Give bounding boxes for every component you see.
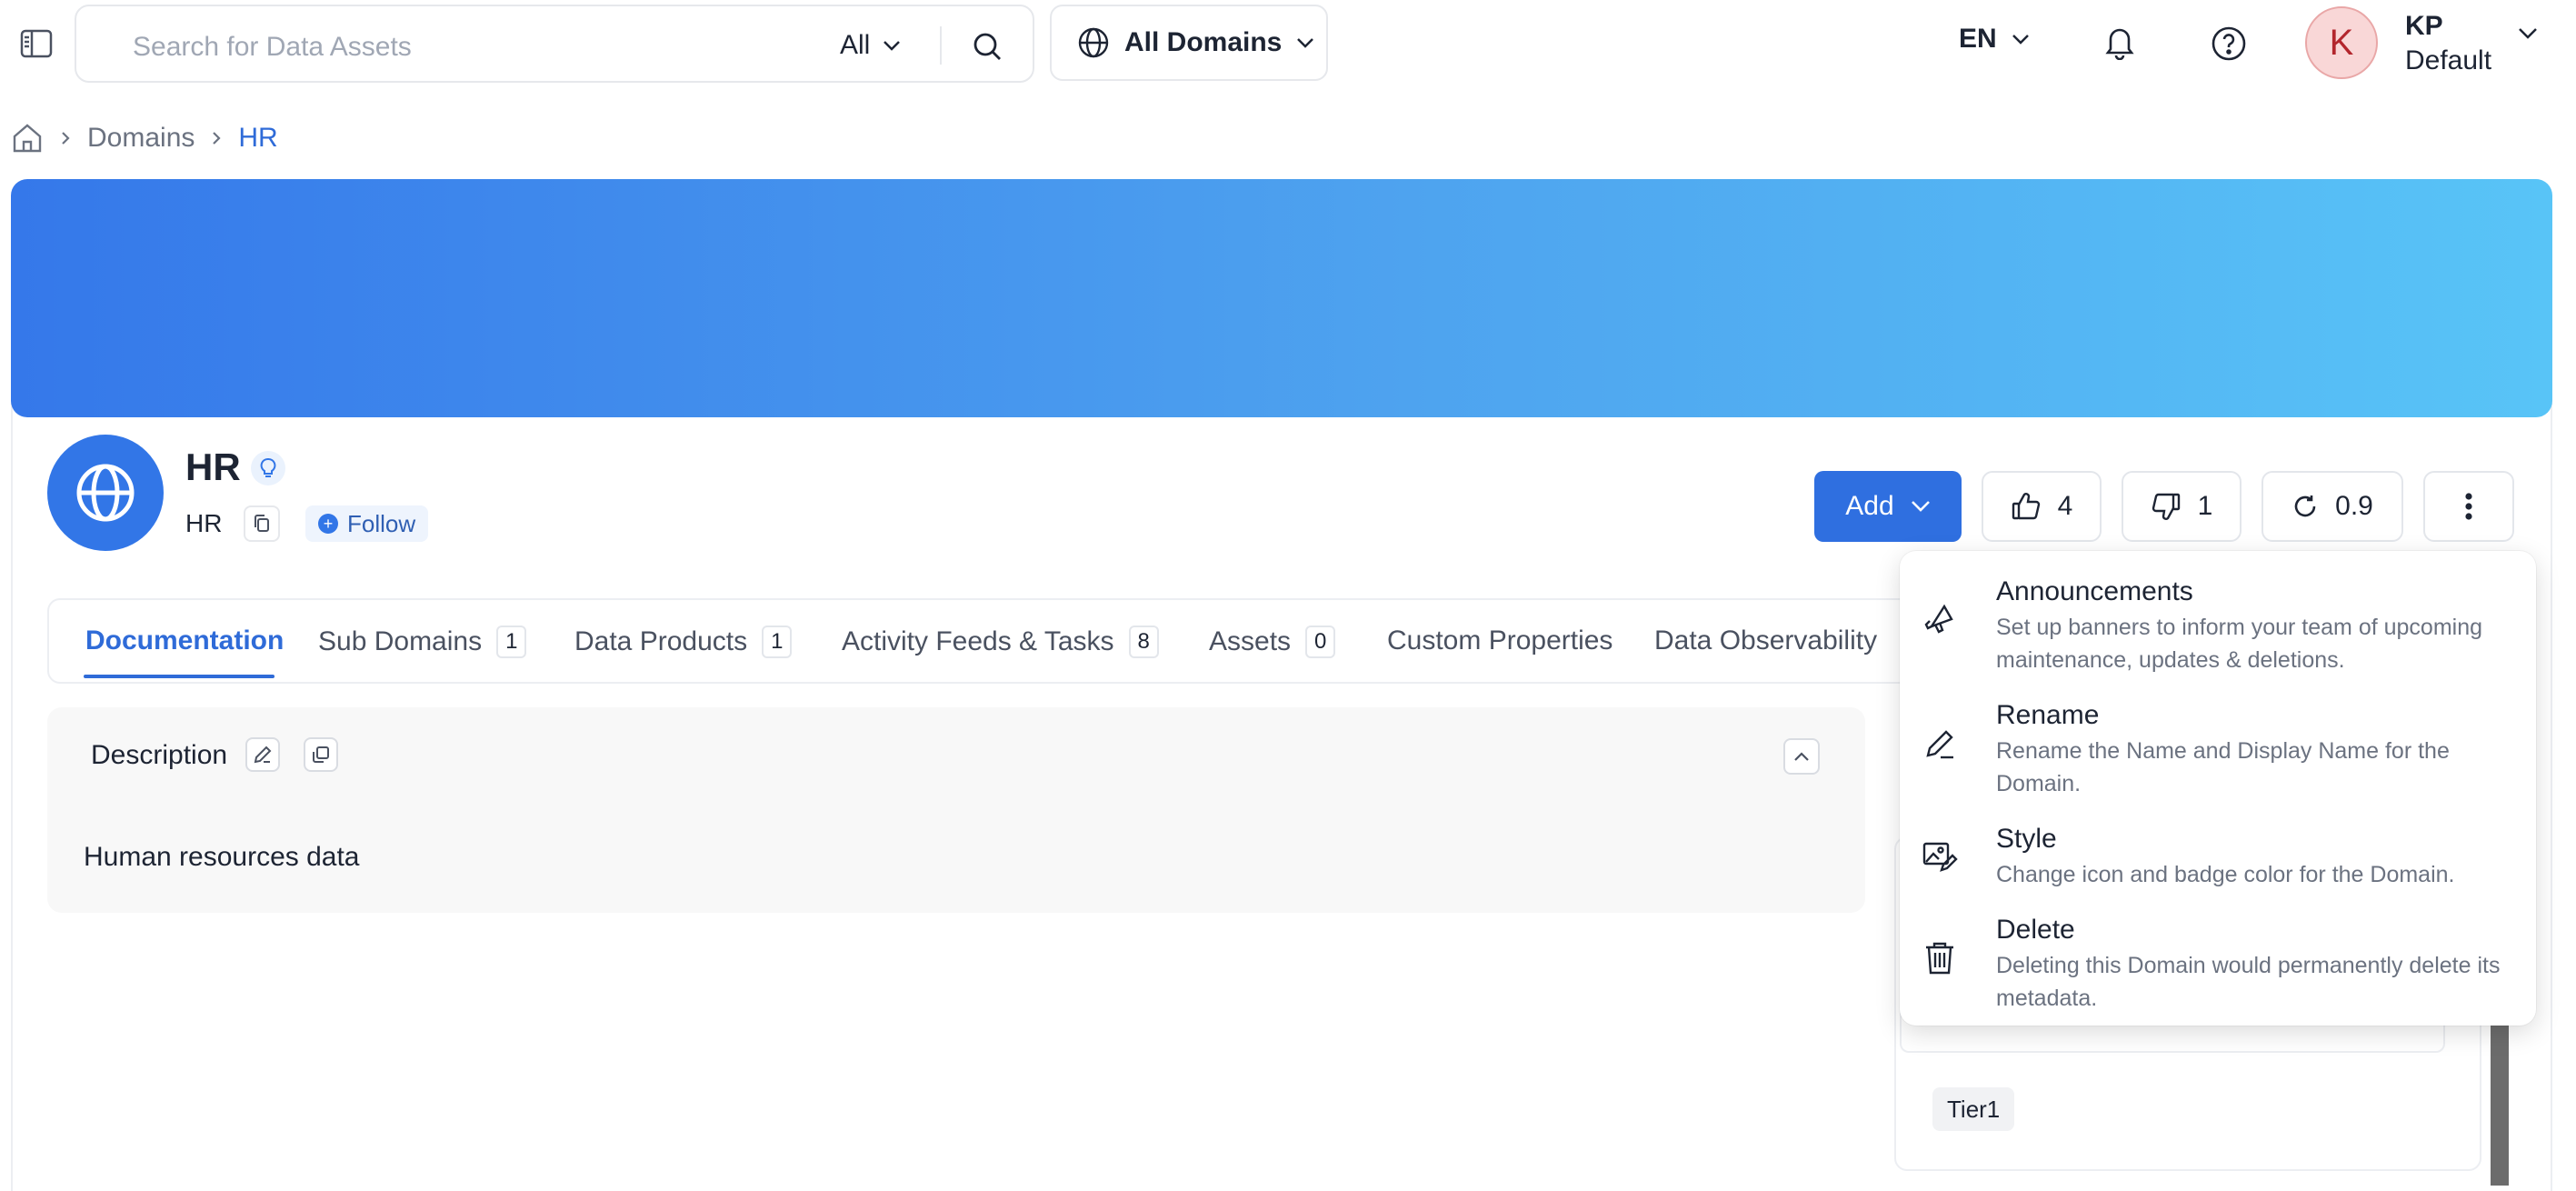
more-options-button[interactable]: [2423, 471, 2514, 542]
refresh-icon: [2294, 495, 2316, 517]
avatar[interactable]: K: [2305, 6, 2378, 79]
breadcrumb: Domains HR: [11, 118, 278, 158]
entity-name: HR: [185, 509, 223, 537]
menu-item-description: Set up banners to inform your team of up…: [1996, 615, 2483, 673]
tab-label: Assets: [1209, 626, 1292, 656]
chevron-right-icon: [211, 130, 222, 146]
megaphone-icon: [1918, 596, 1962, 640]
search-icon[interactable]: [967, 26, 1007, 66]
menu-item-style[interactable]: Style Change icon and badge color for th…: [1900, 818, 2536, 900]
language-label: EN: [1959, 24, 1997, 54]
tab-assets[interactable]: Assets 0: [1209, 626, 1336, 658]
tab-documentation[interactable]: Documentation: [85, 626, 284, 656]
downvote-button[interactable]: 1: [2122, 471, 2242, 542]
tab-label: Data Observability: [1654, 626, 1878, 656]
chevron-down-icon: [1911, 501, 1930, 512]
follow-button[interactable]: + Follow: [305, 505, 429, 542]
plus-icon: +: [318, 514, 338, 534]
menu-item-rename[interactable]: Rename Rename the Name and Display Name …: [1900, 695, 2536, 809]
description-card: Description Human resources data: [47, 707, 1865, 913]
version-number: 0.9: [2335, 491, 2373, 521]
tab-label: Data Products: [574, 626, 748, 656]
description-heading: Description: [91, 740, 228, 770]
tab-sub-domains[interactable]: Sub Domains 1: [318, 626, 527, 658]
language-select[interactable]: EN: [1959, 24, 2030, 55]
request-description-icon[interactable]: [304, 737, 338, 772]
tab-count: 0: [1305, 626, 1336, 658]
image-edit-icon: [1918, 835, 1962, 878]
tab-data-products[interactable]: Data Products 1: [574, 626, 793, 658]
help-icon[interactable]: [2205, 20, 2252, 67]
top-bar: Search for Data Assets All All Domains E…: [0, 0, 2576, 87]
tier-label: Tier1: [1947, 1095, 2001, 1123]
tab-label: Documentation: [85, 626, 285, 656]
edit-icon[interactable]: [245, 737, 280, 772]
tab-bar: Documentation Sub Domains 1 Data Product…: [47, 598, 1947, 684]
user-persona[interactable]: Default: [2405, 45, 2491, 76]
domain-banner: [11, 179, 2552, 417]
thumbs-up-icon: [2012, 493, 2040, 520]
chevron-up-icon[interactable]: [1783, 738, 1820, 775]
menu-item-title: Delete: [1996, 915, 2075, 945]
search-bar: Search for Data Assets All: [75, 5, 1034, 83]
page-title: HR: [185, 445, 241, 488]
chevron-down-icon[interactable]: [2518, 27, 2538, 40]
domain-select[interactable]: All Domains: [1050, 5, 1328, 81]
description-text: Human resources data: [84, 842, 360, 872]
tab-label: Activity Feeds & Tasks: [842, 626, 1114, 656]
chevron-down-icon: [2012, 35, 2029, 45]
chevron-down-icon: [1297, 38, 1314, 48]
more-options-menu: Announcements Set up banners to inform y…: [1900, 551, 2536, 1026]
menu-item-delete[interactable]: Delete Deleting this Domain would perman…: [1900, 909, 2536, 1024]
follow-label: Follow: [347, 509, 416, 537]
tab-label: Custom Properties: [1387, 626, 1613, 656]
trash-icon: [1918, 936, 1962, 980]
menu-item-description: Change icon and badge color for the Doma…: [1996, 862, 2455, 887]
chevron-right-icon: [60, 130, 71, 146]
breadcrumb-current[interactable]: HR: [238, 123, 277, 154]
add-label: Add: [1845, 491, 1894, 521]
user-name[interactable]: KP: [2405, 11, 2443, 42]
search-input[interactable]: Search for Data Assets: [133, 32, 412, 63]
scrollbar[interactable]: [2491, 1009, 2509, 1186]
domain-globe-icon: [47, 435, 164, 551]
tab-activity-feeds[interactable]: Activity Feeds & Tasks 8: [842, 626, 1159, 658]
home-icon[interactable]: [11, 122, 44, 155]
tab-label: Sub Domains: [318, 626, 483, 656]
menu-item-description: Rename the Name and Display Name for the…: [1996, 738, 2450, 796]
version-button[interactable]: 0.9: [2261, 471, 2403, 542]
more-vertical-icon: [2465, 493, 2472, 520]
upvote-count: 4: [2057, 491, 2073, 521]
search-scope-select[interactable]: All: [840, 30, 901, 61]
menu-item-title: Announcements: [1996, 576, 2193, 606]
downvote-count: 1: [2197, 491, 2213, 521]
sidebar-toggle-icon[interactable]: [18, 25, 55, 62]
menu-item-title: Style: [1996, 824, 2057, 854]
menu-item-title: Rename: [1996, 700, 2100, 730]
tab-count: 8: [1128, 626, 1159, 658]
menu-item-description: Deleting this Domain would permanently d…: [1996, 953, 2501, 1011]
breadcrumb-link-domains[interactable]: Domains: [87, 123, 195, 154]
thumbs-down-icon: [2152, 493, 2180, 520]
lightbulb-icon[interactable]: [251, 451, 285, 485]
tab-data-observability[interactable]: Data Observability: [1654, 626, 1877, 656]
add-button[interactable]: Add: [1814, 471, 1962, 542]
avatar-initial: K: [2329, 22, 2354, 63]
divider: [940, 26, 942, 65]
bell-icon[interactable]: [2096, 18, 2143, 65]
chevron-down-icon: [884, 41, 901, 51]
pencil-icon: [1918, 722, 1962, 766]
active-tab-indicator: [84, 675, 275, 678]
domain-select-label: All Domains: [1124, 27, 1283, 57]
tab-count: 1: [762, 626, 793, 658]
tier-tag[interactable]: Tier1: [1932, 1087, 2015, 1131]
search-scope-label: All: [840, 30, 871, 60]
copy-icon[interactable]: [244, 505, 280, 542]
tab-count: 1: [496, 626, 527, 658]
globe-icon: [1078, 27, 1109, 58]
tab-custom-properties[interactable]: Custom Properties: [1387, 626, 1612, 656]
menu-item-announcements[interactable]: Announcements Set up banners to inform y…: [1900, 571, 2536, 686]
upvote-button[interactable]: 4: [1982, 471, 2102, 542]
